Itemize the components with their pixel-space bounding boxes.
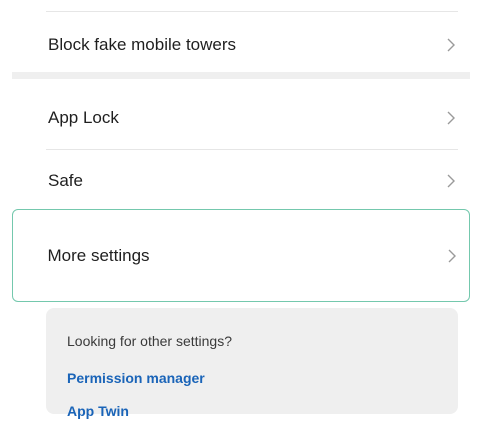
settings-item-block-fake-mobile-towers[interactable]: Block fake mobile towers	[12, 22, 470, 67]
settings-item-label: Safe	[48, 171, 83, 190]
settings-item-label: Block fake mobile towers	[48, 34, 237, 54]
settings-item-label: App Lock	[48, 108, 119, 127]
chevron-right-icon	[444, 172, 458, 190]
settings-item-safe[interactable]: Safe	[12, 160, 470, 202]
section-separator	[12, 72, 470, 79]
chevron-right-icon	[444, 36, 458, 54]
top-divider	[46, 11, 458, 12]
permission-manager-link[interactable]: Permission manager	[67, 370, 205, 386]
chevron-right-icon	[445, 247, 459, 265]
settings-item-app-lock[interactable]: App Lock	[12, 96, 470, 140]
row-divider	[46, 149, 458, 150]
app-twin-link[interactable]: App Twin	[67, 403, 129, 419]
settings-item-more-settings[interactable]: More settings	[12, 209, 470, 302]
other-settings-title: Looking for other settings?	[67, 333, 232, 349]
settings-item-label: More settings	[47, 245, 150, 265]
chevron-right-icon	[444, 109, 458, 127]
other-settings-card: Looking for other settings? Permission m…	[46, 308, 458, 419]
